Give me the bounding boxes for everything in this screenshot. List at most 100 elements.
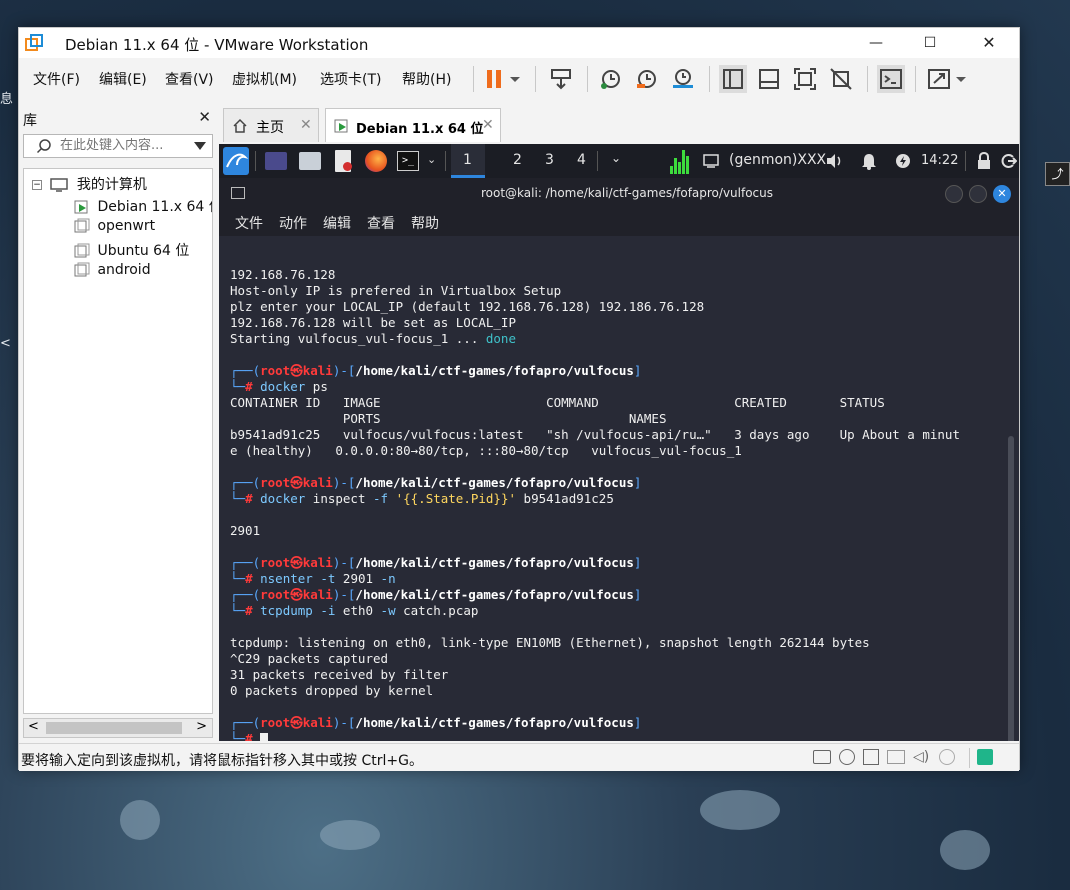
tab-home[interactable]: 主页 ✕ — [223, 108, 319, 142]
search-dropdown-icon[interactable] — [194, 141, 206, 151]
terminal-close-button[interactable]: ✕ — [993, 185, 1011, 203]
toolbar-separator — [915, 66, 916, 92]
status-bar: 要将输入定向到该虚拟机，请将鼠标指针移入其中或按 Ctrl+G。 ◁) — [19, 743, 1019, 771]
tree-root-label: 我的计算机 — [76, 177, 147, 193]
library-close-icon[interactable]: ✕ — [198, 108, 211, 126]
terminal-menu-view[interactable]: 查看 — [367, 213, 395, 233]
workspace-2[interactable]: 2 — [513, 152, 522, 168]
volume-icon[interactable] — [825, 153, 843, 169]
menu-vm[interactable]: 虚拟机(M) — [232, 69, 297, 89]
scroll-right-icon[interactable]: > — [196, 719, 207, 734]
hard-disk-icon[interactable] — [813, 750, 831, 764]
notification-bell-icon[interactable] — [861, 152, 877, 170]
snapshot-manager-icon[interactable] — [669, 65, 697, 93]
workspace-4[interactable]: 4 — [577, 152, 586, 168]
tab-label: 主页 — [256, 120, 284, 136]
terminal-menu-actions[interactable]: 动作 — [279, 213, 307, 233]
cd-dvd-icon[interactable] — [839, 749, 855, 765]
tab-close-icon[interactable]: ✕ — [300, 117, 312, 133]
unity-mode-icon[interactable] — [827, 65, 855, 93]
prompt-line: ┌──(root㉿kali)-[/home/kali/ctf-games/fof… — [230, 587, 642, 602]
prompt-line: ┌──(root㉿kali)-[/home/kali/ctf-games/fof… — [230, 715, 642, 730]
library-search-box[interactable] — [23, 134, 213, 158]
full-screen-icon[interactable] — [791, 65, 819, 93]
scroll-thumb[interactable] — [46, 722, 182, 734]
title-bar: Debian 11.x 64 位 - VMware Workstation — … — [19, 28, 1019, 58]
terminal-menu-edit[interactable]: 编辑 — [323, 213, 351, 233]
vm-running-icon — [334, 119, 348, 133]
sound-card-icon[interactable]: ◁) — [913, 749, 929, 765]
tab-debian[interactable]: Debian 11.x 64 位 ✕ — [325, 108, 501, 142]
guest-top-panel: >_ ⌄ 1 2 3 4 ⌄ (genmon)XXX 14:22 — [219, 144, 1019, 178]
terminal-launcher-icon[interactable]: >_ — [397, 151, 419, 171]
pause-icon[interactable] — [481, 65, 509, 93]
kali-menu-icon[interactable] — [223, 147, 249, 175]
power-manager-icon[interactable] — [895, 153, 911, 169]
menu-edit[interactable]: 编辑(E) — [99, 69, 147, 89]
workspace-1[interactable]: 1 — [451, 144, 485, 178]
terminal-minimize-button[interactable] — [945, 185, 963, 203]
usb-device-icon[interactable] — [939, 749, 955, 765]
network-adapter-icon[interactable] — [863, 749, 879, 765]
prompt-line: ┌──(root㉿kali)-[/home/kali/ctf-games/fof… — [230, 555, 642, 570]
message-log-icon[interactable] — [977, 749, 993, 765]
vm-icon — [74, 262, 90, 277]
vm-console[interactable]: >_ ⌄ 1 2 3 4 ⌄ (genmon)XXX 14:22 root@ka… — [219, 144, 1019, 741]
toolbar-separator — [709, 66, 710, 92]
desktop-shortcut-icon[interactable]: ⤴ — [1045, 162, 1070, 186]
printer-icon[interactable] — [887, 750, 905, 764]
logout-icon[interactable] — [1001, 153, 1017, 169]
thumbnail-bar-icon[interactable] — [755, 65, 783, 93]
tree-root[interactable]: − 我的计算机 — [32, 174, 147, 194]
output-line: CONTAINER ID IMAGE COMMAND CREATED STATU… — [230, 395, 885, 410]
output-line: ^C29 packets captured — [230, 651, 389, 666]
cpu-graph-icon — [670, 150, 689, 174]
output-line: 192.168.76.128 — [230, 267, 336, 282]
minimize-button[interactable]: — — [861, 32, 891, 54]
workspace-3[interactable]: 3 — [545, 152, 554, 168]
vm-item-android[interactable]: android — [74, 262, 151, 278]
tab-bar: 主页 ✕ Debian 11.x 64 位 ✕ — [221, 108, 1017, 144]
show-library-icon[interactable] — [719, 65, 747, 93]
launcher-dropdown-icon[interactable]: ⌄ — [427, 153, 436, 166]
terminal-maximize-button[interactable] — [969, 185, 987, 203]
close-button[interactable]: ✕ — [974, 32, 1004, 54]
terminal-output[interactable]: 192.168.76.128 Host-only IP is prefered … — [219, 236, 1019, 741]
library-horizontal-scrollbar[interactable]: < > — [23, 718, 213, 738]
send-ctrl-alt-del-icon[interactable] — [547, 65, 575, 93]
prompt-line: ┌──(root㉿kali)-[/home/kali/ctf-games/fof… — [230, 363, 642, 378]
library-search-input[interactable] — [60, 138, 182, 153]
file-manager-icon[interactable] — [299, 152, 321, 170]
vm-item-debian[interactable]: Debian 11.x 64 位 — [74, 196, 212, 216]
snapshot-icon[interactable] — [597, 65, 625, 93]
terminal-scrollbar[interactable] — [1008, 436, 1014, 741]
status-separator — [969, 748, 970, 768]
clock[interactable]: 14:22 — [921, 153, 958, 168]
vm-tree: − 我的计算机 Debian 11.x 64 位 openwrt Ubuntu … — [23, 168, 213, 714]
menu-view[interactable]: 查看(V) — [165, 69, 214, 89]
terminal-menu-file[interactable]: 文件 — [235, 213, 263, 233]
text-editor-icon[interactable] — [335, 150, 352, 172]
show-desktop-icon[interactable] — [265, 152, 287, 170]
menu-tabs[interactable]: 选项卡(T) — [320, 69, 381, 89]
vm-item-openwrt[interactable]: openwrt — [74, 218, 155, 234]
stretch-dropdown-icon[interactable] — [953, 65, 969, 93]
terminal-menu-help[interactable]: 帮助 — [411, 213, 439, 233]
pause-dropdown-icon[interactable] — [507, 65, 523, 93]
stretch-display-icon[interactable] — [925, 65, 953, 93]
revert-snapshot-icon[interactable] — [633, 65, 661, 93]
console-view-icon[interactable] — [877, 65, 905, 93]
scroll-left-icon[interactable]: < — [28, 719, 39, 734]
library-header: 库 — [23, 113, 37, 129]
collapse-icon[interactable]: − — [32, 180, 42, 190]
panel-separator — [597, 151, 598, 171]
menu-help[interactable]: 帮助(H) — [402, 69, 451, 89]
window-list-dropdown-icon[interactable]: ⌄ — [611, 151, 621, 165]
vm-item-ubuntu[interactable]: Ubuntu 64 位 — [74, 240, 189, 260]
workspace-label: 1 — [463, 152, 472, 168]
lock-screen-icon[interactable] — [977, 152, 991, 170]
menu-file[interactable]: 文件(F) — [33, 69, 80, 89]
firefox-icon[interactable] — [365, 150, 387, 172]
maximize-button[interactable]: ☐ — [915, 32, 945, 54]
tab-close-icon[interactable]: ✕ — [482, 117, 494, 133]
